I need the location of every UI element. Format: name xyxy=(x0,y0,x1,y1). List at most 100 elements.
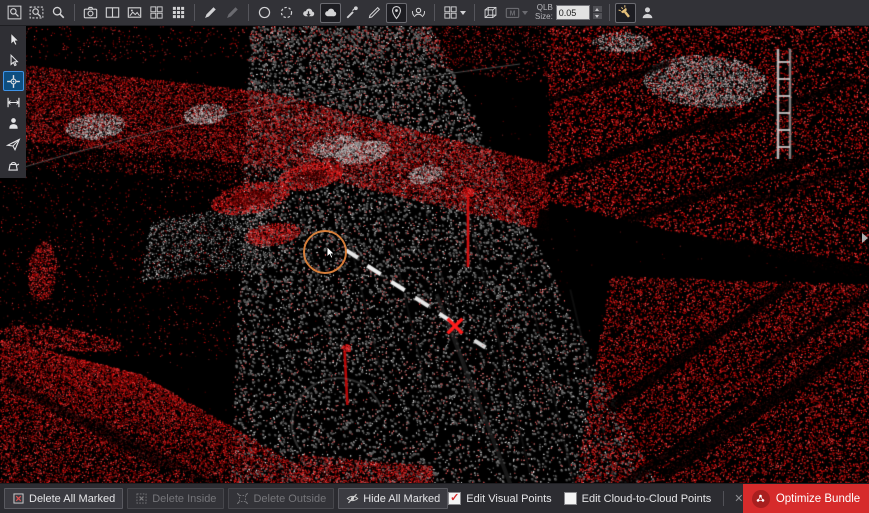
toolbar-group-cloud xyxy=(254,3,429,23)
split-view-tool[interactable] xyxy=(102,3,123,23)
cloud-icon xyxy=(323,5,338,20)
right-panel-expand-handle[interactable] xyxy=(862,233,868,243)
hide-icon xyxy=(346,492,359,505)
user-icon xyxy=(640,5,655,20)
pipette-tool[interactable] xyxy=(342,3,363,23)
optimize-bundle-button[interactable]: Optimize Bundle xyxy=(743,484,869,513)
toolbar-group-views xyxy=(80,3,189,23)
check-mark-icon: ✓ xyxy=(450,493,459,504)
zoom-window-tool[interactable] xyxy=(26,3,47,23)
mouse-cursor-icon xyxy=(322,245,337,260)
fit-icon xyxy=(7,5,22,20)
left-toolbar xyxy=(0,26,26,178)
optimize-bundle-label: Optimize Bundle xyxy=(776,493,860,505)
camM-icon xyxy=(505,5,520,20)
select-marked-cursor-tool[interactable] xyxy=(3,50,24,70)
delout-icon xyxy=(236,492,249,505)
qlb-size-input[interactable] xyxy=(556,5,590,20)
grid4-icon xyxy=(443,5,458,20)
orbit-user-tool[interactable] xyxy=(408,3,429,23)
toolbar-separator xyxy=(434,4,435,21)
circle-select-tool[interactable] xyxy=(254,3,275,23)
toolbar-group-zoom xyxy=(4,3,69,23)
measure-distance-tool[interactable] xyxy=(3,92,24,112)
image-view-tool[interactable] xyxy=(124,3,145,23)
toolbar-separator xyxy=(194,4,195,21)
qlb-spinner-up[interactable] xyxy=(593,6,602,12)
toolbar-separator xyxy=(609,4,610,21)
grid4-icon xyxy=(149,5,164,20)
cloud-display-tool[interactable] xyxy=(320,3,341,23)
image-icon xyxy=(127,5,142,20)
pour-tool[interactable] xyxy=(3,155,24,175)
delete-inside-button[interactable]: Delete Inside xyxy=(127,488,224,509)
point-display-dropdown[interactable] xyxy=(440,3,469,23)
zoom-tool[interactable] xyxy=(48,3,69,23)
toolbar-group-inspect xyxy=(615,3,658,23)
measure-icon xyxy=(6,95,21,110)
marked-actions-group: Delete All MarkedDelete InsideDelete Out… xyxy=(4,488,448,509)
checkbox-group: ✓Edit Visual Points ✓Edit Cloud-to-Cloud … xyxy=(448,492,711,505)
delmark-icon xyxy=(12,492,25,505)
camera-icon xyxy=(83,5,98,20)
cube-wireframe-tool[interactable] xyxy=(480,3,501,23)
hide-all-marked-button[interactable]: Hide All Marked xyxy=(338,488,448,509)
bust-icon xyxy=(6,116,21,131)
marker-pen-tool[interactable] xyxy=(200,3,221,23)
qlb-size-control: QLB Size: xyxy=(535,4,602,21)
cube-icon xyxy=(483,5,498,20)
user-avatar-tool[interactable] xyxy=(637,3,658,23)
navigate-tool[interactable] xyxy=(3,134,24,154)
dashed-circle-select-tool[interactable] xyxy=(276,3,297,23)
qlb-spinner xyxy=(593,6,602,19)
qlb-label-bottom: Size: xyxy=(535,13,553,22)
edit-cloud-to-cloud-checkbox[interactable]: ✓Edit Cloud-to-Cloud Points xyxy=(564,492,712,505)
toolbar-separator xyxy=(74,4,75,21)
mag-icon xyxy=(51,5,66,20)
cloudd-icon xyxy=(301,5,316,20)
kettle-icon xyxy=(6,158,21,173)
toolbar-group-display xyxy=(440,3,469,23)
cursor-icon xyxy=(6,32,21,47)
toolbar-separator xyxy=(248,4,249,21)
qlb-spinner-down[interactable] xyxy=(593,13,602,19)
grid9-icon xyxy=(171,5,186,20)
spotlight-tool[interactable] xyxy=(615,3,636,23)
pen-icon xyxy=(225,5,240,20)
location-pin-tool[interactable] xyxy=(386,3,407,23)
delete-all-marked-button[interactable]: Delete All Marked xyxy=(4,488,123,509)
divider xyxy=(723,491,724,506)
pick-icon xyxy=(6,74,21,89)
panorama-view-tool[interactable] xyxy=(3,113,24,133)
delete-outside-button[interactable]: Delete Outside xyxy=(228,488,334,509)
cloud-download-tool[interactable] xyxy=(298,3,319,23)
point-cloud-canvas[interactable] xyxy=(0,26,869,483)
pencil-icon xyxy=(367,5,382,20)
camera-tool[interactable] xyxy=(80,3,101,23)
mark-point-tool[interactable] xyxy=(3,71,24,91)
marker-pen-alt-tool[interactable] xyxy=(222,3,243,23)
bundle-icon xyxy=(752,490,770,508)
orbit-icon xyxy=(411,5,426,20)
pencil-tool[interactable] xyxy=(364,3,385,23)
checkbox-box: ✓ xyxy=(564,492,577,505)
pin-icon xyxy=(389,5,404,20)
delin-icon xyxy=(135,492,148,505)
split-icon xyxy=(105,5,120,20)
zoomwin-icon xyxy=(29,5,44,20)
match-camera-dropdown[interactable] xyxy=(502,3,531,23)
toolbar-group-mark xyxy=(200,3,243,23)
top-toolbar: QLB Size: xyxy=(0,0,869,26)
edit-visual-points-checkbox[interactable]: ✓Edit Visual Points xyxy=(448,492,551,505)
select-cursor-tool[interactable] xyxy=(3,29,24,49)
brush-radius-ring xyxy=(303,230,347,274)
caret-down-icon xyxy=(522,11,528,15)
edit-options-group: ✓Edit Visual Points ✓Edit Cloud-to-Cloud … xyxy=(448,491,783,506)
matrix-view-tool[interactable] xyxy=(168,3,189,23)
fit-view-tool[interactable] xyxy=(4,3,25,23)
grid-view-tool[interactable] xyxy=(146,3,167,23)
circled-icon xyxy=(279,5,294,20)
toolbar-group-3d xyxy=(480,3,531,23)
app-window: QLB Size: Delete All MarkedDelete Inside… xyxy=(0,0,869,513)
qlb-size-label: QLB Size: xyxy=(535,4,553,21)
